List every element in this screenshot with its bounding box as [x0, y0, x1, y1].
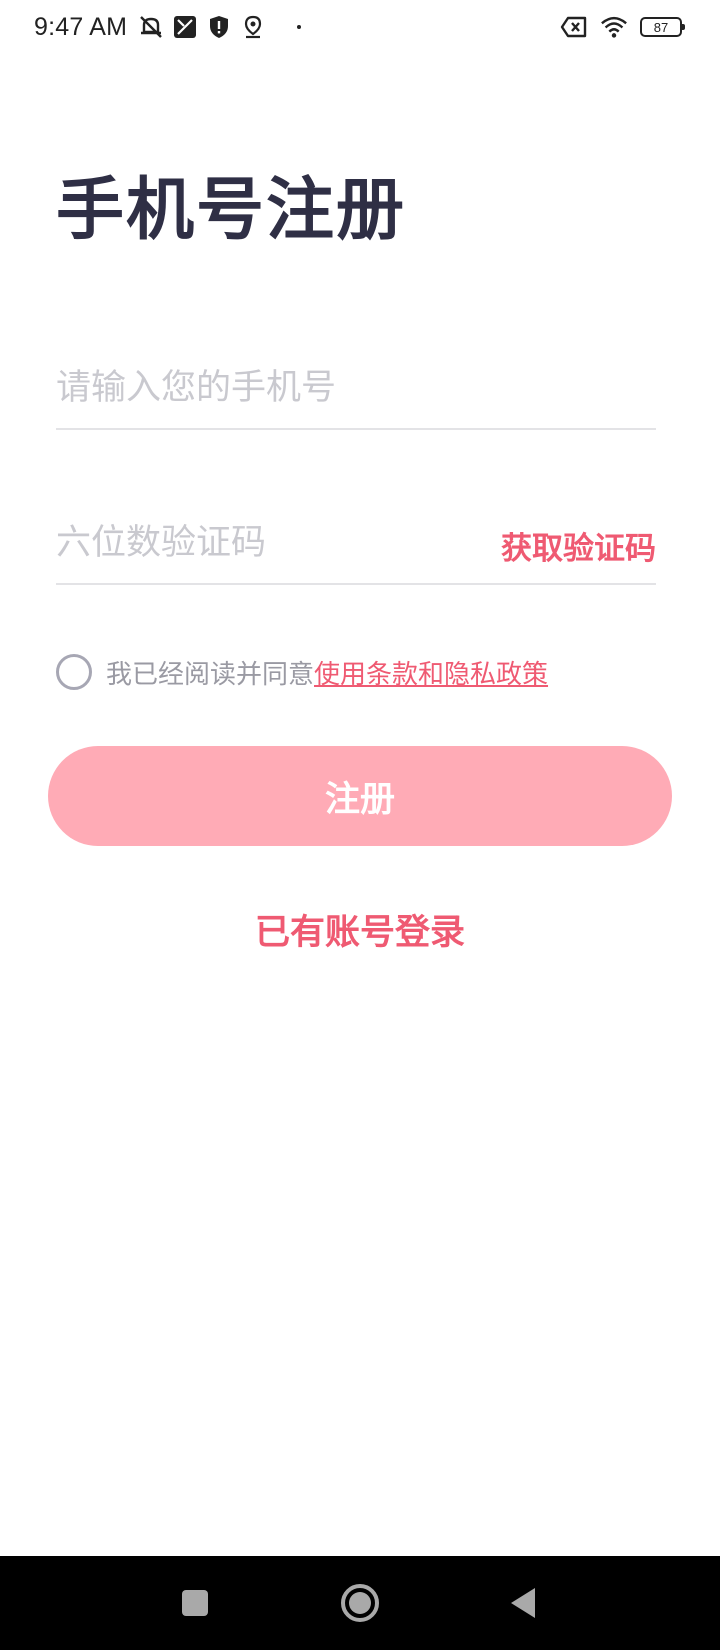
agreement-text: 我已经阅读并同意: [106, 659, 315, 690]
recents-icon: [182, 1590, 208, 1616]
login-link[interactable]: 已有账号登录: [0, 904, 720, 955]
get-code-button[interactable]: 获取验证码: [501, 523, 656, 568]
shield-icon: [205, 13, 233, 41]
agreement-checkbox[interactable]: [56, 654, 92, 690]
battery-level: 87: [653, 19, 669, 35]
agreement-row: 我已经阅读并同意 使用条款和隐私政策: [56, 652, 548, 692]
register-button[interactable]: 注册: [48, 746, 672, 846]
battery-icon: 87: [640, 17, 685, 37]
back-button[interactable]: [483, 1556, 563, 1650]
wifi-icon: [600, 13, 628, 41]
home-icon: [341, 1584, 379, 1622]
verification-code-input[interactable]: [56, 505, 476, 581]
page-title: 手机号注册: [56, 171, 407, 250]
recents-button[interactable]: [155, 1556, 235, 1650]
back-icon: [511, 1588, 535, 1618]
status-time: 9:47 AM: [34, 12, 128, 41]
status-right: 87: [560, 10, 685, 44]
home-button[interactable]: [320, 1556, 400, 1650]
status-bar: 9:47 AM 87: [0, 0, 720, 56]
status-left: 9:47 AM: [34, 10, 302, 44]
code-field: 获取验证码: [56, 505, 656, 585]
sim-missing-icon: [560, 13, 588, 41]
mute-icon: [137, 13, 165, 41]
terms-privacy-link[interactable]: 使用条款和隐私政策: [314, 654, 548, 691]
screen-off-icon: [171, 13, 199, 41]
location-icon: [239, 13, 267, 41]
phone-field: [56, 350, 656, 430]
navigation-bar: [0, 1556, 720, 1650]
phone-input[interactable]: [56, 350, 656, 426]
notification-dot-icon: [297, 25, 302, 29]
